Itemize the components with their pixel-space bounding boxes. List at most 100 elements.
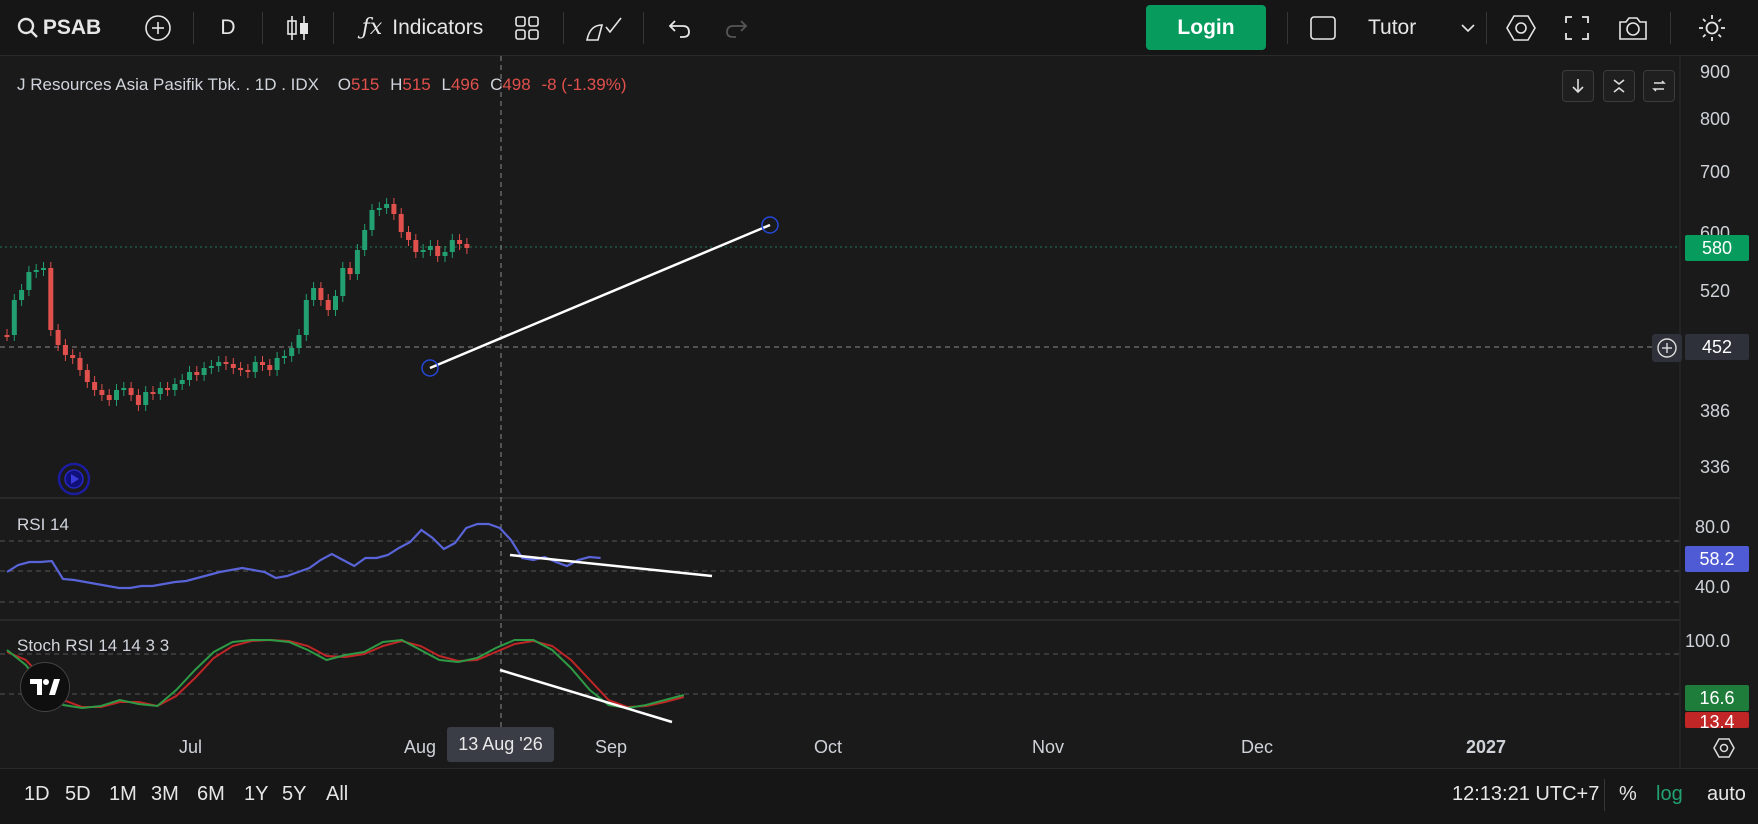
templates-button[interactable]: [512, 0, 542, 55]
separator: [1486, 12, 1487, 44]
tradingview-logo[interactable]: [20, 662, 70, 712]
redo-icon: [726, 19, 748, 38]
range-1d-button[interactable]: 1D: [24, 783, 50, 806]
rsi-level-label: 80.0: [1694, 517, 1730, 537]
price-axis-label: 386: [1699, 401, 1730, 421]
theme-toggle-button[interactable]: [1695, 0, 1729, 55]
close-value: 498: [502, 75, 531, 94]
separator: [563, 12, 564, 44]
sun-icon: [1699, 14, 1725, 41]
separator: [333, 12, 334, 44]
drawing-tools-button[interactable]: [583, 0, 625, 55]
log-scale-toggle[interactable]: log: [1656, 783, 1683, 806]
rsi-label: RSI 14: [17, 515, 69, 534]
crosshair-price-tag: 452: [1685, 334, 1749, 360]
range-6m-button[interactable]: 6M: [197, 783, 225, 806]
screenshot-button[interactable]: [1616, 0, 1650, 55]
refresh-icon: [1652, 80, 1666, 92]
collapse-arrows-icon: [1613, 79, 1625, 93]
compare-symbol-button[interactable]: [140, 0, 176, 55]
maximize-pane-button[interactable]: [1603, 70, 1635, 102]
range-5y-button[interactable]: 5Y: [282, 783, 306, 806]
clock-display[interactable]: 12:13:21 UTC+7: [1452, 783, 1599, 806]
price-axis-label: 900: [1699, 62, 1730, 82]
range-3m-button[interactable]: 3M: [151, 783, 179, 806]
stoch-d-tag: 13.4: [1685, 712, 1749, 728]
separator: [193, 12, 194, 44]
separator: [1670, 12, 1671, 44]
add-alert-button[interactable]: [1652, 334, 1682, 362]
stoch-level-label: 100.0: [1684, 631, 1730, 651]
close-label: C: [490, 75, 503, 94]
open-value: 515: [350, 75, 380, 94]
login-button[interactable]: Login: [1146, 5, 1266, 50]
hexagon-gear-icon: [1506, 14, 1536, 41]
undo-button[interactable]: [665, 0, 695, 55]
range-1y-button[interactable]: 1Y: [244, 783, 268, 806]
chevron-down-icon: [1461, 23, 1475, 32]
range-5d-button[interactable]: 5D: [65, 783, 91, 806]
indicators-label: Indicators: [392, 15, 484, 39]
chart-legend: J Resources Asia Pasifik Tbk. . 1D . IDX…: [17, 75, 626, 95]
undo-icon: [668, 19, 690, 38]
time-axis-label: 2027: [1466, 737, 1507, 757]
symbol-label: PSAB: [42, 15, 102, 39]
select-layout-button[interactable]: [1308, 0, 1338, 55]
interval-button[interactable]: D: [210, 0, 246, 55]
separator: [1604, 779, 1605, 811]
percent-scale-toggle[interactable]: %: [1619, 783, 1637, 806]
fullscreen-icon: [1565, 15, 1589, 40]
plus-circle-icon: [1657, 338, 1677, 358]
plus-circle-icon: [145, 14, 171, 41]
fullscreen-button[interactable]: [1562, 0, 1592, 55]
separator: [1287, 12, 1288, 44]
time-axis-label: Dec: [1241, 737, 1274, 757]
change-value: -8 (-1.39%): [541, 75, 627, 94]
separator: [262, 12, 263, 44]
stoch-k-tag: 16.6: [1685, 685, 1749, 711]
time-axis-label: Oct: [814, 737, 843, 757]
collapse-button[interactable]: [1562, 70, 1594, 102]
stoch-rsi-label: Stoch RSI 14 14 3 3: [17, 636, 170, 655]
separator: [643, 12, 644, 44]
layout-menu-button[interactable]: Tutor: [1368, 0, 1498, 55]
square-icon: [1310, 15, 1336, 40]
settings-button[interactable]: [1504, 0, 1538, 55]
open-label: O: [337, 75, 351, 94]
price-axis-label: 800: [1699, 109, 1730, 129]
symbol-search-button[interactable]: PSAB: [16, 0, 102, 55]
function-icon: ƒx: [361, 15, 383, 40]
chart-type-button[interactable]: [282, 0, 314, 55]
rsi-value-tag: 58.2: [1685, 546, 1749, 572]
current-price-tag: 580: [1685, 235, 1749, 261]
price-axis-label: 520: [1699, 281, 1730, 301]
search-icon: [17, 17, 38, 38]
axis-settings-button[interactable]: [1712, 737, 1736, 764]
arrow-down-icon: [1572, 79, 1584, 94]
high-value: 515: [402, 75, 431, 94]
low-value: 496: [450, 75, 480, 94]
high-label: H: [390, 75, 403, 94]
rsi-level-label: 40.0: [1694, 577, 1730, 597]
price-axis-label: 336: [1699, 457, 1730, 477]
time-axis-label: Aug: [404, 737, 437, 757]
crosshair-date-tag: 13 Aug '26: [447, 727, 554, 762]
chart-area[interactable]: [0, 56, 1758, 768]
range-1m-button[interactable]: 1M: [109, 783, 137, 806]
low-label: L: [441, 75, 451, 94]
symbol-title: J Resources Asia Pasifik Tbk. . 1D . IDX: [17, 75, 320, 94]
redo-button[interactable]: [721, 0, 751, 55]
range-all-button[interactable]: All: [326, 783, 348, 806]
pen-icon: [586, 17, 622, 41]
camera-icon: [1619, 16, 1647, 40]
auto-scale-toggle[interactable]: auto: [1707, 783, 1746, 806]
grid-icon: [515, 15, 539, 40]
candles-icon: [287, 15, 308, 40]
time-axis-label: Jul: [179, 737, 203, 757]
layout-name: Tutor: [1368, 15, 1417, 39]
time-axis-label: Sep: [595, 737, 628, 757]
reset-chart-button[interactable]: [1643, 70, 1675, 102]
tradingview-logo-icon: [30, 679, 60, 695]
indicators-button[interactable]: ƒx Indicators: [355, 0, 490, 55]
time-axis-label: Nov: [1032, 737, 1065, 757]
